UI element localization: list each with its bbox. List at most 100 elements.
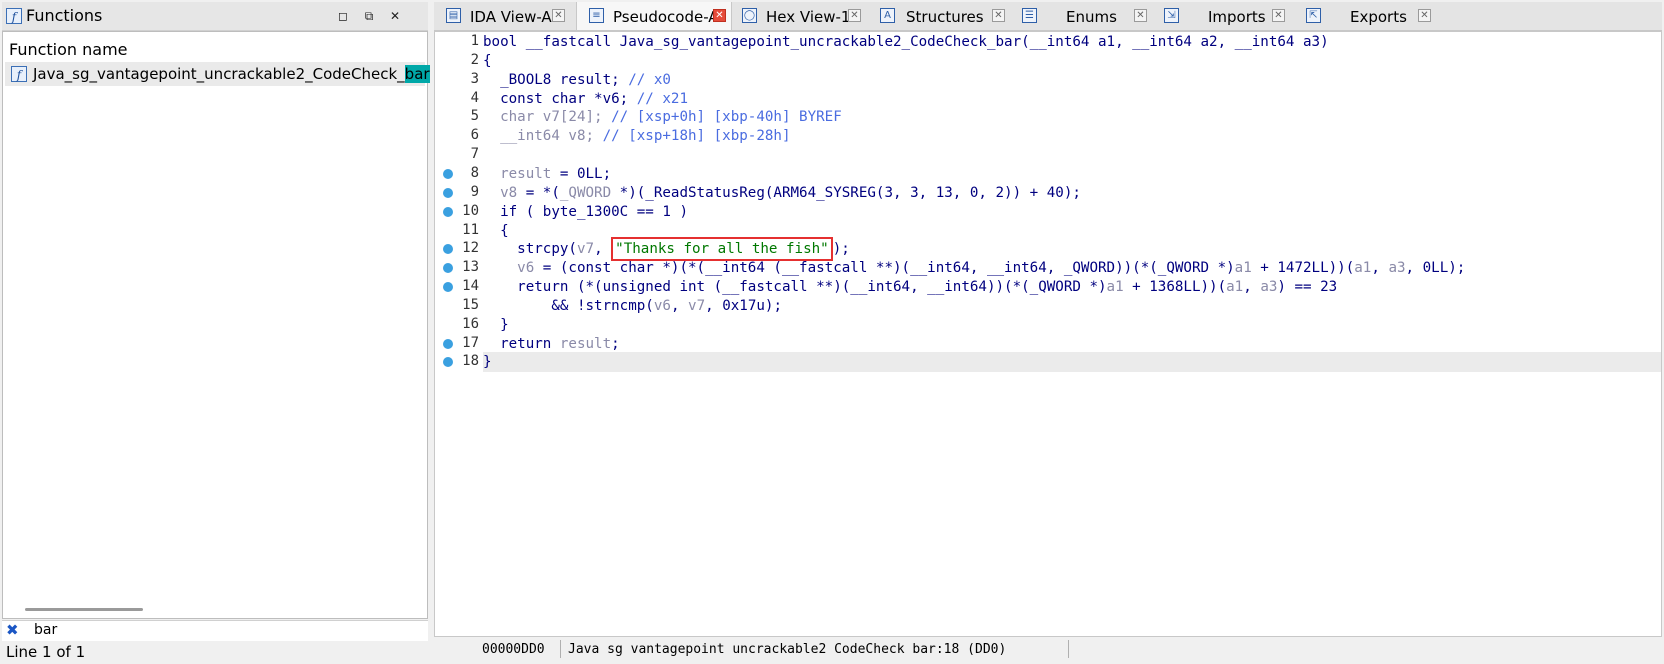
horizontal-scrollbar[interactable] xyxy=(25,608,143,611)
tab-label: Enums xyxy=(1066,8,1117,26)
code-token: && !strncmp( xyxy=(483,297,654,314)
breakpoint-dot-icon[interactable] xyxy=(443,187,453,198)
close-tab-icon[interactable]: ✕ xyxy=(848,9,861,22)
functions-panel-header: f Functions ◻ ⧉ ✕ xyxy=(2,2,428,31)
line-number-text: 13 xyxy=(462,259,479,276)
search-bar[interactable]: ✖ bar xyxy=(2,620,428,641)
code-token: result xyxy=(483,165,552,182)
line-number-text: 18 xyxy=(462,353,479,370)
status-divider xyxy=(1068,640,1069,658)
tab-structures[interactable]: A Structures ✕ xyxy=(870,2,1010,30)
tab-hex-view-1[interactable]: ◯ Hex View-1 ✕ xyxy=(732,2,868,30)
float-window-icon[interactable]: ⧉ xyxy=(362,9,376,23)
tab-exports[interactable]: ⇱ Exports ✕ xyxy=(1296,2,1436,30)
functions-panel-title: Functions xyxy=(26,6,103,25)
line-number-text: 11 xyxy=(462,221,479,238)
code-line[interactable]: v6 = (const char *)(*(__int64 (__fastcal… xyxy=(483,258,1661,278)
breakpoint-dot-icon[interactable] xyxy=(443,338,453,349)
code-line[interactable]: return result; xyxy=(483,334,1661,354)
code-status-bar: 00000DD0 Java sg vantagepoint uncrackabl… xyxy=(482,638,1662,660)
restore-window-icon[interactable]: ◻ xyxy=(336,9,350,23)
code-line[interactable]: const char *v6; // x21 xyxy=(483,89,1661,109)
line-number-text: 6 xyxy=(470,127,479,144)
breakpoint-dot-icon[interactable] xyxy=(443,244,453,255)
code-token: _QWORD xyxy=(559,184,612,201)
code-line[interactable]: && !strncmp(v6, v7, 0x17u); xyxy=(483,296,1661,316)
code-token: return (*(unsigned int (__fastcall **)(_… xyxy=(483,279,1107,296)
exports-icon: ⇱ xyxy=(1306,8,1321,23)
code-token: a3 xyxy=(1388,260,1406,277)
line-number-text: 1 xyxy=(470,33,479,49)
line-number-text: 2 xyxy=(470,51,479,68)
clear-search-icon[interactable]: ✖ xyxy=(6,621,19,639)
code-line[interactable]: { xyxy=(483,51,1661,71)
close-tab-icon[interactable]: ✕ xyxy=(992,9,1005,22)
line-number-text: 12 xyxy=(462,240,479,257)
tab-ida-view-a[interactable]: ▤ IDA View-A ✕ xyxy=(434,2,574,30)
line-number: 4 xyxy=(435,89,483,109)
code-token: = *( xyxy=(517,184,560,201)
code-token: v7 xyxy=(688,297,706,314)
functions-panel: f Functions ◻ ⧉ ✕ Function name f Java_s… xyxy=(0,0,430,664)
line-number-text: 17 xyxy=(462,334,479,351)
code-token: } xyxy=(483,354,492,371)
code-token: = (const char *)(*(__int64 (__fastcall *… xyxy=(534,260,1235,277)
code-token: a1 xyxy=(1226,279,1244,296)
code-token: , xyxy=(1243,279,1261,296)
close-tab-icon[interactable]: ✕ xyxy=(713,9,726,22)
tab-imports[interactable]: ⇲ Imports ✕ xyxy=(1154,2,1294,30)
close-icon[interactable]: ✕ xyxy=(388,9,402,23)
code-line[interactable]: } xyxy=(483,315,1661,335)
code-line[interactable]: } xyxy=(483,352,1661,373)
column-header-function-name[interactable]: Function name xyxy=(9,40,128,59)
code-line[interactable] xyxy=(483,145,1661,165)
close-tab-icon[interactable]: ✕ xyxy=(1272,9,1285,22)
tab-pseudocode-a[interactable]: ≡ Pseudocode-A ✕ xyxy=(576,2,732,30)
functions-list[interactable]: Function name f Java_sg_vantagepoint_unc… xyxy=(2,31,430,619)
search-query[interactable]: bar xyxy=(34,622,57,638)
close-tab-icon[interactable]: ✕ xyxy=(552,9,565,22)
code-line[interactable]: return (*(unsigned int (__fastcall **)(_… xyxy=(483,277,1661,297)
code-token: return xyxy=(483,335,560,352)
code-token: , xyxy=(594,241,612,258)
code-token: + 1472LL))( xyxy=(1251,260,1355,277)
breakpoint-dot-icon[interactable] xyxy=(443,263,453,274)
code-line[interactable]: _BOOL8 result; // x0 xyxy=(483,70,1661,90)
code-line[interactable]: bool __fastcall Java_sg_vantagepoint_unc… xyxy=(483,32,1661,52)
function-name-prefix: Java_sg_vantagepoint_uncrackable2_CodeCh… xyxy=(33,65,405,83)
code-comment: // [xsp+0h] [xbp-40h] BYREF xyxy=(611,109,842,126)
code-token: char v7[24]; xyxy=(483,109,612,126)
status-location: Java sg vantagepoint uncrackable2 CodeCh… xyxy=(568,642,1007,657)
breakpoint-dot-icon[interactable] xyxy=(443,282,453,293)
line-number-text: 5 xyxy=(470,108,479,125)
line-number: 13 xyxy=(435,258,483,278)
line-number: 1 xyxy=(435,32,483,52)
close-tab-icon[interactable]: ✕ xyxy=(1418,9,1431,22)
code-line[interactable]: v8 = *(_QWORD *)(_ReadStatusReg(ARM64_SY… xyxy=(483,183,1661,203)
tab-bar: ▤ IDA View-A ✕ ≡ Pseudocode-A ✕ ◯ Hex Vi… xyxy=(434,2,1662,31)
pseudocode-view[interactable]: 1 2 3 4 5 6 7 8 9 10 11 12 13 14 15 16 17 18 bool __fastc… xyxy=(434,31,1662,637)
breakpoint-dot-icon[interactable] xyxy=(443,357,453,368)
structures-icon: A xyxy=(880,8,895,23)
code-token: result xyxy=(559,335,612,352)
line-number: 14 xyxy=(435,277,483,297)
breakpoint-dot-icon[interactable] xyxy=(443,168,453,179)
code-line[interactable]: __int64 v8; // [xsp+18h] [xbp-28h] xyxy=(483,126,1661,146)
close-tab-icon[interactable]: ✕ xyxy=(1134,9,1147,22)
line-number: 16 xyxy=(435,315,483,335)
line-number-text: 8 xyxy=(470,164,479,181)
function-list-item[interactable]: f Java_sg_vantagepoint_uncrackable2_Code… xyxy=(5,62,430,86)
code-token: bool __fastcall Java_sg_vantagepoint_unc… xyxy=(483,34,1329,50)
tab-enums[interactable]: ☰ Enums ✕ xyxy=(1012,2,1152,30)
code-line[interactable]: char v7[24]; // [xsp+0h] [xbp-40h] BYREF xyxy=(483,107,1661,127)
code-token: ); xyxy=(832,241,850,258)
breakpoint-dot-icon[interactable] xyxy=(443,206,453,217)
line-number: 2 xyxy=(435,51,483,71)
code-line[interactable]: strcpy(v7, "Thanks for all the fish"); xyxy=(483,237,1661,262)
code-token: const char *v6; xyxy=(483,90,637,107)
code-token: a3 xyxy=(1260,279,1278,296)
code-line[interactable]: if ( byte_1300C == 1 ) xyxy=(483,202,1661,222)
pseudocode-icon: ≡ xyxy=(589,8,604,23)
code-line[interactable]: result = 0LL; xyxy=(483,164,1661,184)
line-number-text: 16 xyxy=(462,315,479,332)
